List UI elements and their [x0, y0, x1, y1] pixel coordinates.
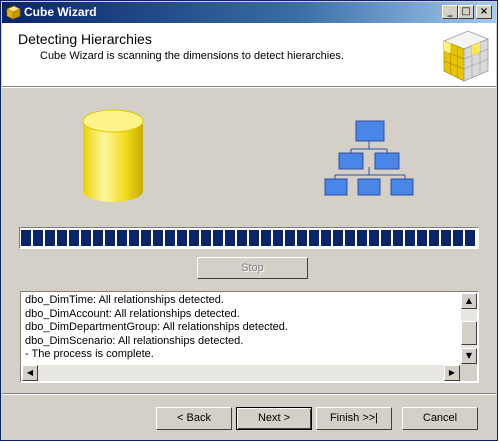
- page-subtitle: Cube Wizard is scanning the dimensions t…: [40, 50, 344, 62]
- page-title: Detecting Hierarchies: [18, 31, 152, 47]
- finish-button[interactable]: Finish >>|: [316, 407, 392, 430]
- log-line: - The process is complete.: [25, 348, 154, 360]
- scroll-up-icon[interactable]: ▲: [461, 293, 477, 309]
- log-line: dbo_DimDepartmentGroup: All relationship…: [25, 321, 288, 333]
- database-cylinder-icon: [82, 109, 144, 202]
- horizontal-scrollbar[interactable]: ◀ ▶: [22, 365, 460, 381]
- progress-fill: [21, 230, 477, 246]
- close-button[interactable]: ×: [476, 5, 492, 19]
- log-line: dbo_DimAccount: All relationships detect…: [25, 307, 240, 320]
- log-line: dbo_DimScenario: All relationships detec…: [25, 334, 244, 347]
- scroll-thumb[interactable]: [461, 321, 477, 345]
- scroll-left-icon[interactable]: ◀: [22, 365, 38, 381]
- cube-icon: [442, 30, 490, 82]
- log-text: dbo_DimTime: All relationships detected.…: [25, 294, 458, 362]
- status-log[interactable]: dbo_DimTime: All relationships detected.…: [20, 291, 479, 383]
- stop-button[interactable]: Stop: [197, 257, 308, 279]
- cancel-button[interactable]: Cancel: [402, 407, 478, 430]
- cube-app-icon: [6, 5, 21, 20]
- window-title: Cube Wizard: [24, 5, 97, 19]
- vertical-scrollbar[interactable]: ▲ ▼: [461, 293, 477, 364]
- scroll-down-icon[interactable]: ▼: [461, 348, 477, 364]
- hierarchy-tree-icon: [324, 120, 414, 196]
- footer-separator: [2, 393, 496, 395]
- progress-bar: [19, 227, 479, 249]
- title-bar[interactable]: Cube Wizard _ □ ×: [2, 2, 496, 23]
- next-button[interactable]: Next >: [236, 407, 312, 430]
- minimize-button[interactable]: _: [442, 5, 458, 19]
- scrollbar-corner: [460, 364, 477, 381]
- cube-wizard-window: Cube Wizard _ □ × Detecting Hierarchies …: [0, 0, 498, 441]
- back-button[interactable]: < Back: [156, 407, 232, 430]
- maximize-button[interactable]: □: [458, 5, 474, 19]
- header-divider: [2, 87, 496, 88]
- log-line: dbo_DimTime: All relationships detected.: [25, 294, 224, 306]
- wizard-header: Detecting Hierarchies Cube Wizard is sca…: [2, 23, 496, 87]
- scroll-right-icon[interactable]: ▶: [444, 365, 460, 381]
